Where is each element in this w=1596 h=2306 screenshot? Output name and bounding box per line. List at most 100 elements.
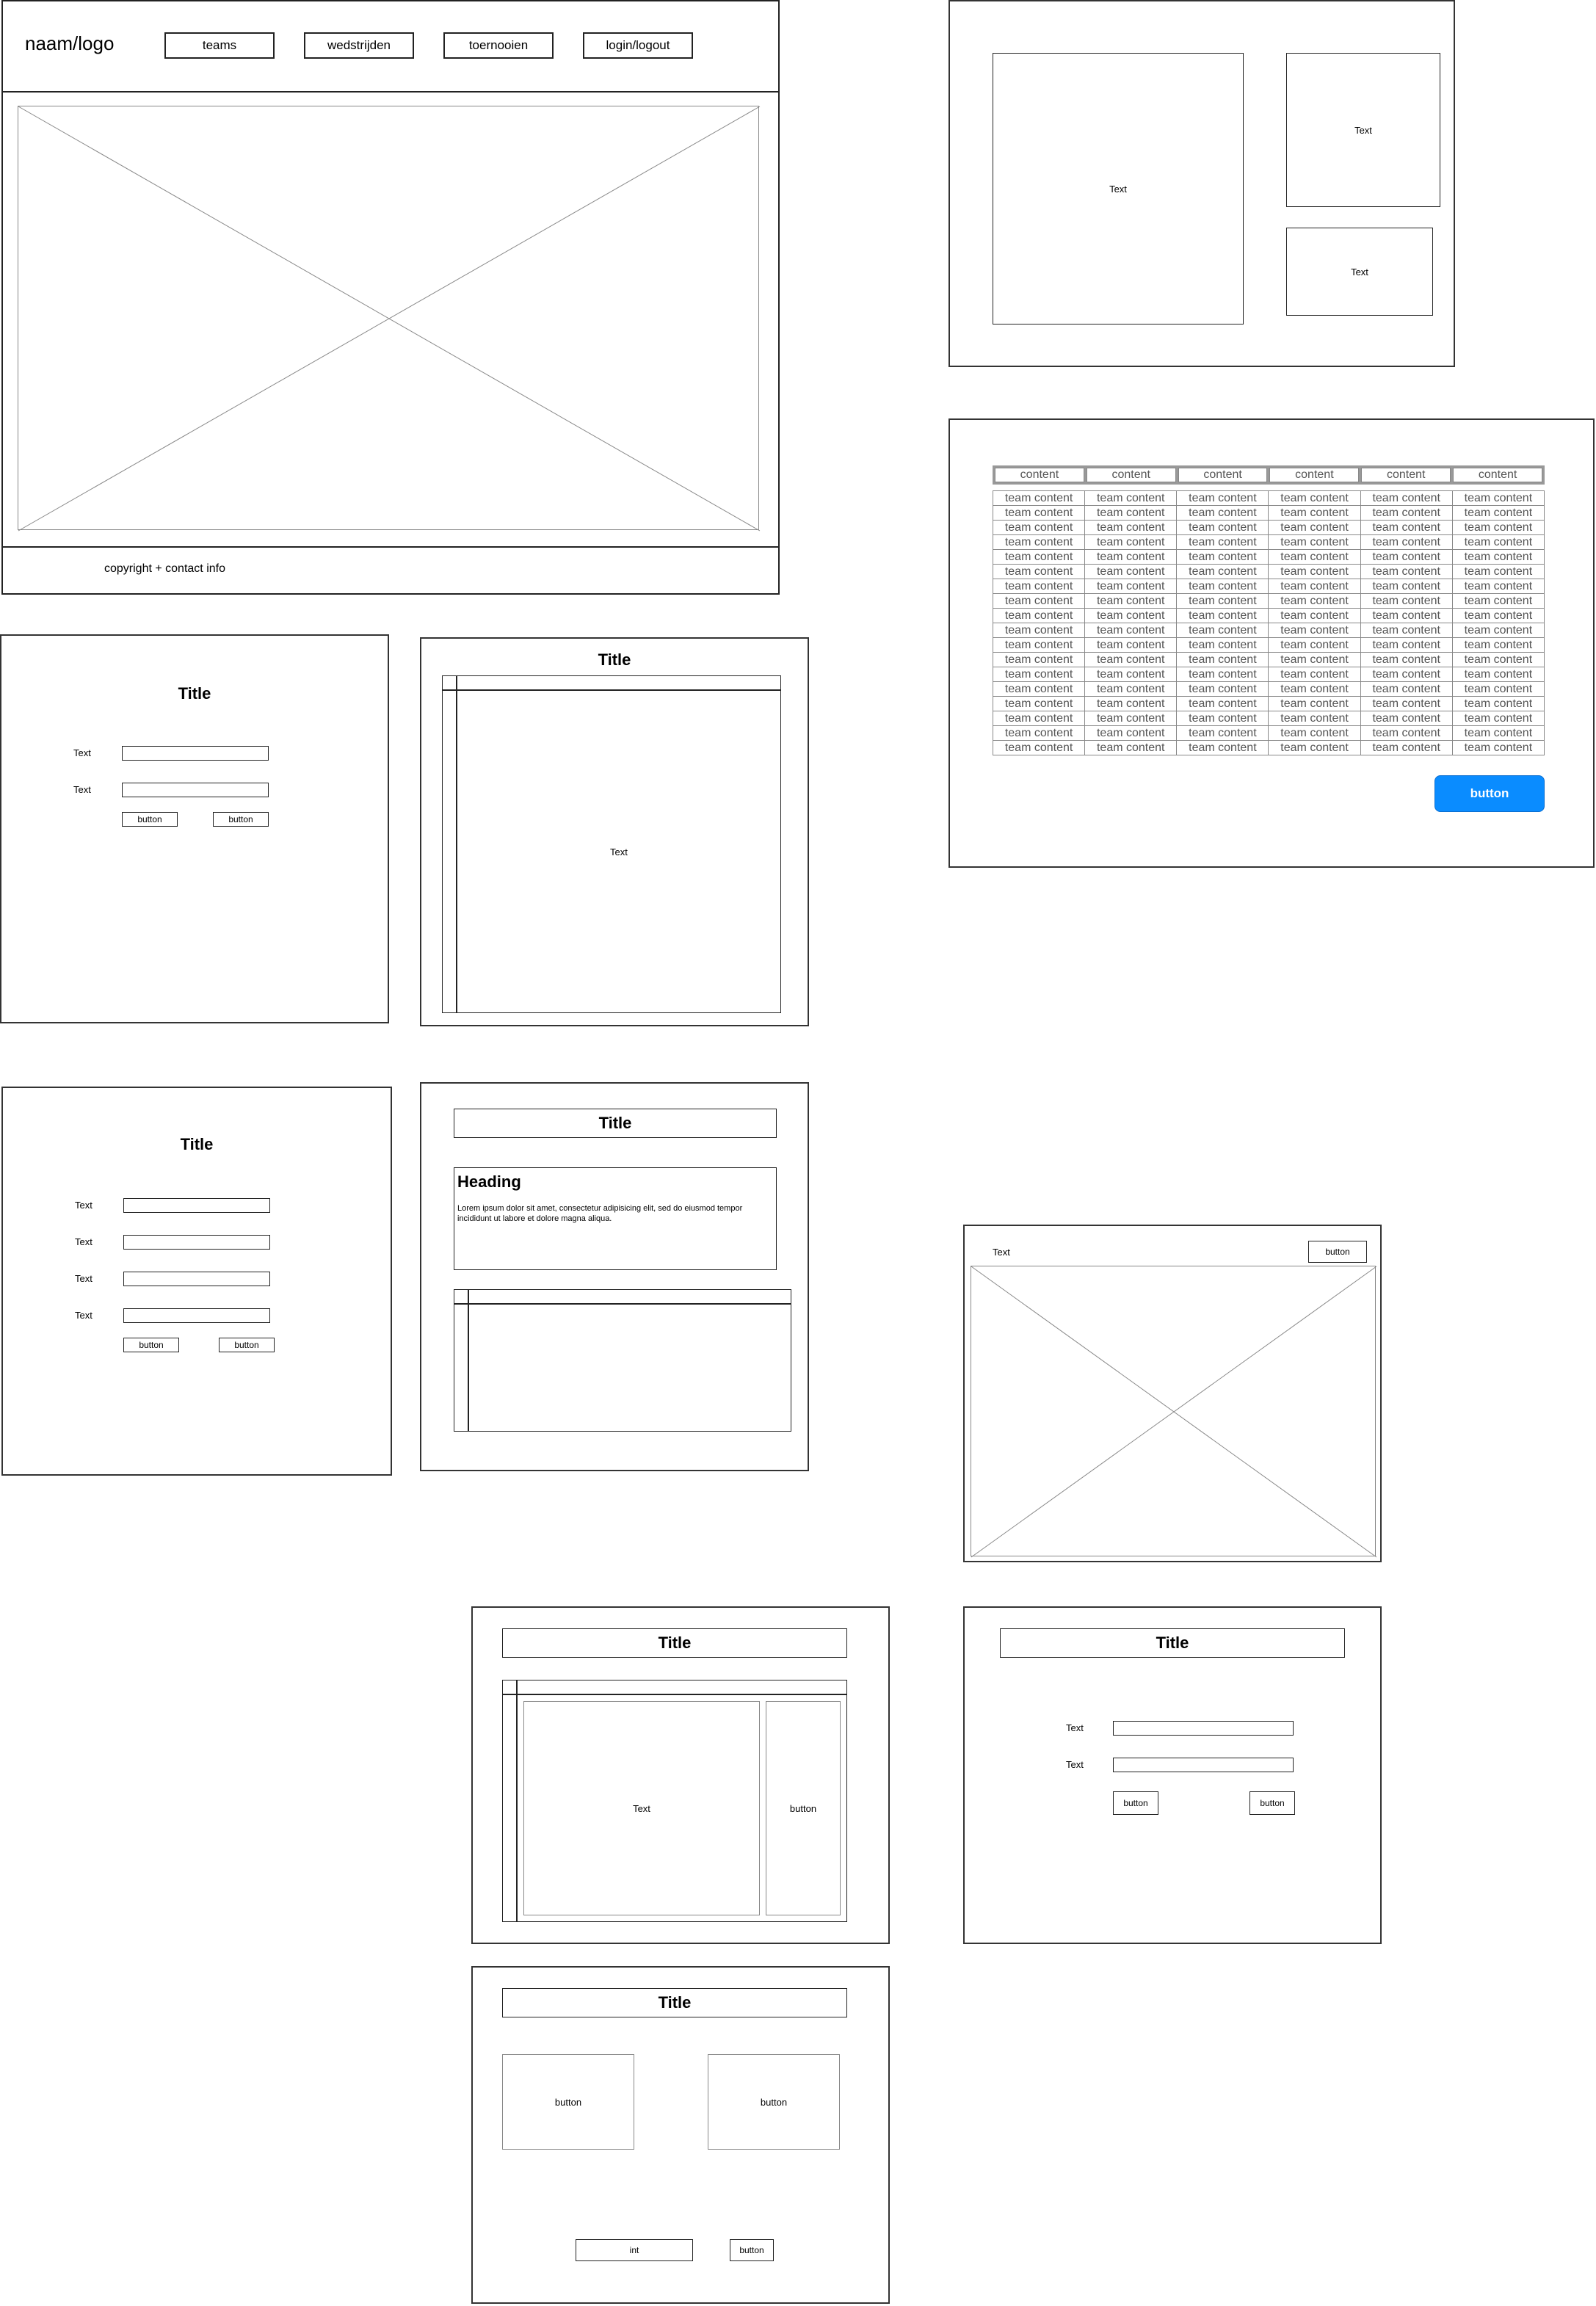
- table-row: team content team content team content team…: [992, 623, 1545, 638]
- small-form-input-1[interactable]: [1113, 1721, 1294, 1736]
- nav-toernooien[interactable]: toernooien: [443, 32, 554, 59]
- small-form-button-1[interactable]: button: [1113, 1791, 1158, 1815]
- table-row: team content team content team content team…: [992, 667, 1545, 682]
- table-cell: team content: [1268, 652, 1361, 667]
- small-form-button-2[interactable]: button: [1249, 1791, 1295, 1815]
- small-form-label-2: Text: [1066, 1759, 1084, 1770]
- table-cell: team content: [1176, 490, 1269, 506]
- choice-submit-button[interactable]: button: [730, 2239, 774, 2261]
- teams-table-header: content content content content content conte…: [993, 465, 1545, 485]
- table-cell: team content: [1360, 579, 1453, 594]
- split-panel: Title Text button: [471, 1606, 890, 1944]
- register-input-3[interactable]: [123, 1272, 270, 1286]
- choice-option-a[interactable]: button: [502, 2054, 634, 2150]
- table-cell: team content: [1084, 623, 1178, 638]
- nav-wedstrijden[interactable]: wedstrijden: [304, 32, 414, 59]
- register-label-3: Text: [75, 1273, 93, 1284]
- table-cell: team content: [1084, 740, 1178, 755]
- login-form-panel: Title Text Text button button: [0, 634, 389, 1023]
- register-button-1[interactable]: button: [123, 1338, 179, 1352]
- table-cell: team content: [992, 696, 1086, 711]
- split-container: Text button: [502, 1680, 847, 1922]
- register-input-4[interactable]: [123, 1308, 270, 1323]
- table-row: team content team content team content team…: [992, 696, 1545, 711]
- detail-title: Title: [454, 1109, 777, 1138]
- table-cell: team content: [992, 667, 1086, 682]
- table-header-cell: content: [1453, 468, 1542, 482]
- table-cell: team content: [1268, 696, 1361, 711]
- table-cell: team content: [1084, 549, 1178, 565]
- layout-panel: Text Text Text: [948, 0, 1455, 367]
- table-cell: team content: [1451, 681, 1545, 697]
- table-cell: team content: [1268, 490, 1361, 506]
- table-cell: team content: [1176, 608, 1269, 623]
- small-form-panel: Title Text Text button button: [963, 1606, 1382, 1944]
- table-cell: team content: [1360, 520, 1453, 535]
- login-label-2: Text: [73, 784, 91, 795]
- table-cell: team content: [1360, 740, 1453, 755]
- table-cell: team content: [1360, 593, 1453, 609]
- table-cell: team content: [992, 637, 1086, 653]
- table-cell: team content: [1268, 593, 1361, 609]
- table-cell: team content: [1176, 534, 1269, 550]
- detail-list-side-line: [468, 1290, 469, 1431]
- table-cell: team content: [992, 681, 1086, 697]
- nav-login-logout[interactable]: login/logout: [583, 32, 693, 59]
- choice-int-input[interactable]: int: [576, 2239, 693, 2261]
- login-input-1[interactable]: [122, 746, 269, 761]
- split-side-button[interactable]: button: [766, 1701, 841, 1915]
- table-cell: team content: [1084, 608, 1178, 623]
- teams-table: team content team content team content team…: [992, 490, 1545, 755]
- table-cell: team content: [1268, 667, 1361, 682]
- choice-option-b[interactable]: button: [708, 2054, 840, 2150]
- media-button[interactable]: button: [1308, 1241, 1367, 1263]
- table-cell: team content: [1360, 564, 1453, 579]
- table-cell: team content: [1360, 652, 1453, 667]
- list-side-line: [456, 676, 457, 1012]
- table-row: team content team content team content team…: [992, 505, 1545, 521]
- table-cell: team content: [992, 725, 1086, 741]
- table-row: team content team content team content team…: [992, 608, 1545, 623]
- table-cell: team content: [1176, 696, 1269, 711]
- register-input-2[interactable]: [123, 1235, 270, 1250]
- table-cell: team content: [1084, 564, 1178, 579]
- table-cell: team content: [992, 593, 1086, 609]
- table-cell: team content: [1360, 490, 1453, 506]
- table-cell: team content: [1451, 623, 1545, 638]
- table-header-cell: content: [1178, 468, 1268, 482]
- table-cell: team content: [992, 520, 1086, 535]
- table-cell: team content: [1268, 579, 1361, 594]
- register-label-4: Text: [75, 1310, 93, 1321]
- table-cell: team content: [1176, 549, 1269, 565]
- table-cell: team content: [1451, 549, 1545, 565]
- login-button-1[interactable]: button: [122, 812, 178, 827]
- detail-heading: Heading: [457, 1172, 521, 1191]
- table-cell: team content: [1360, 549, 1453, 565]
- table-cell: team content: [1084, 681, 1178, 697]
- table-cell: team content: [1360, 505, 1453, 521]
- register-button-2[interactable]: button: [219, 1338, 275, 1352]
- table-row: team content team content team content team…: [992, 740, 1545, 755]
- table-row: team content team content team content team…: [992, 520, 1545, 535]
- table-cell: team content: [1360, 696, 1453, 711]
- table-action-button[interactable]: button: [1434, 775, 1545, 812]
- table-cell: team content: [1176, 623, 1269, 638]
- table-cell: team content: [1084, 534, 1178, 550]
- table-cell: team content: [992, 564, 1086, 579]
- table-cell: team content: [1268, 725, 1361, 741]
- register-input-1[interactable]: [123, 1198, 270, 1213]
- table-cell: team content: [992, 579, 1086, 594]
- login-label-1: Text: [73, 747, 91, 758]
- table-cell: team content: [1451, 637, 1545, 653]
- login-input-2[interactable]: [122, 783, 269, 797]
- table-cell: team content: [1176, 667, 1269, 682]
- table-cell: team content: [1176, 505, 1269, 521]
- site-logo[interactable]: naam/logo: [25, 32, 114, 55]
- login-button-2[interactable]: button: [213, 812, 269, 827]
- table-cell: team content: [1176, 740, 1269, 755]
- small-form-input-2[interactable]: [1113, 1758, 1294, 1772]
- top-right-box: Text: [1286, 53, 1440, 207]
- nav-teams[interactable]: teams: [164, 32, 275, 59]
- table-row: team content team content team content team…: [992, 711, 1545, 726]
- table-cell: team content: [1084, 520, 1178, 535]
